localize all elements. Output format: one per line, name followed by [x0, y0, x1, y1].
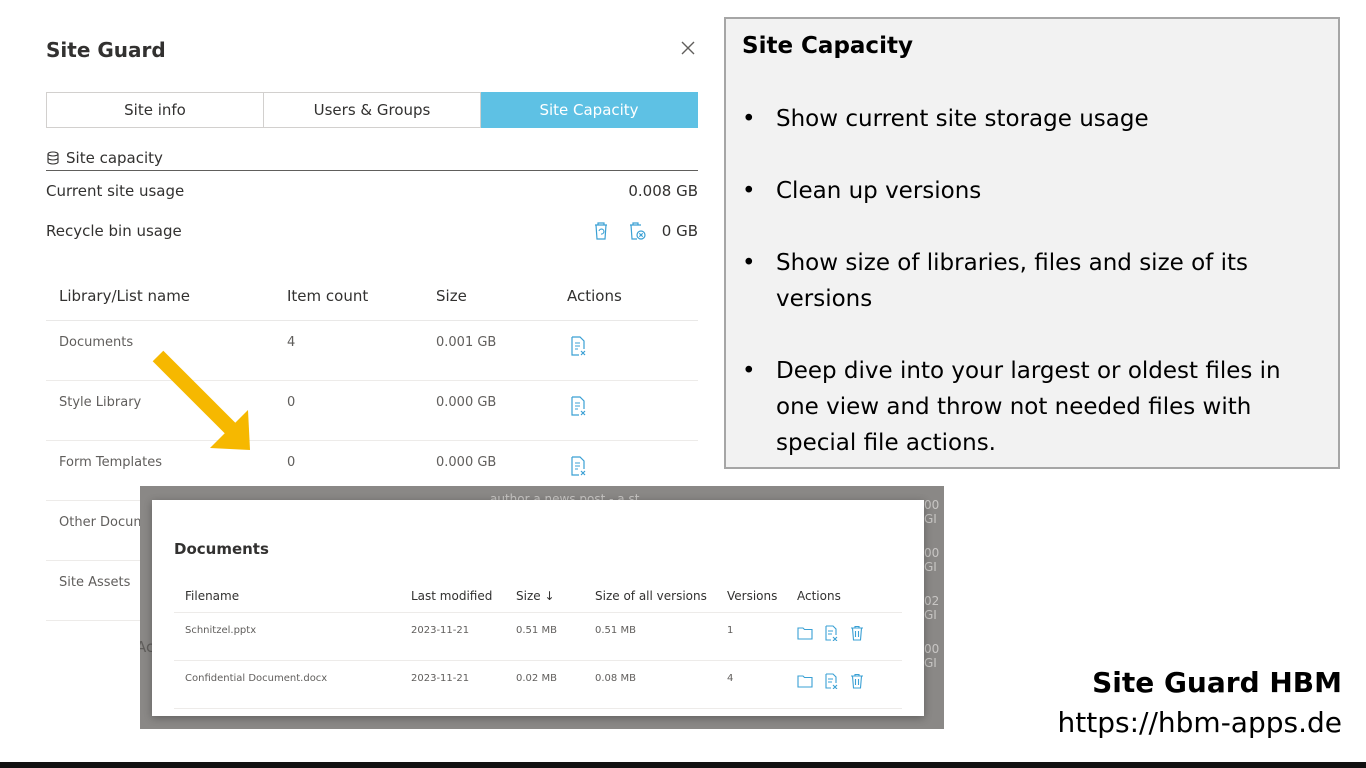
version-count: 4 — [727, 673, 734, 684]
background-text: 00 GI — [924, 498, 940, 526]
info-box: Site Capacity • Show current site storage… — [724, 17, 1340, 469]
tab-bar: Site info Users & Groups Site Capacity — [46, 92, 698, 128]
recycle-empty-icon — [629, 222, 646, 240]
section-header: Site capacity — [46, 146, 698, 171]
tab-site-capacity[interactable]: Site Capacity — [481, 92, 698, 128]
col-modified-header[interactable]: Last modified — [411, 589, 516, 603]
bullet-text: Clean up versions — [776, 178, 982, 204]
item-count: 4 — [287, 335, 296, 350]
bullet-item: • Show size of libraries, files and size … — [742, 245, 1322, 317]
background-text: 00 GI — [924, 642, 940, 670]
filename: Schnitzel.pptx — [185, 625, 257, 636]
last-modified: 2023-11-21 — [411, 673, 470, 684]
tab-users-groups[interactable]: Users & Groups — [264, 92, 481, 128]
folder-icon[interactable] — [797, 673, 813, 689]
current-usage-row: Current site usage 0.008 GB — [46, 182, 698, 200]
col-size-header[interactable]: Size ↓ — [516, 589, 595, 603]
documents-table-header: Filename Last modified Size ↓ Size of al… — [174, 580, 902, 613]
col-actions-header: Actions — [567, 287, 622, 305]
col-count-header[interactable]: Item count — [287, 287, 436, 305]
library-size: 0.000 GB — [436, 455, 497, 470]
col-size-header[interactable]: Size — [436, 287, 567, 305]
background-text: 00 GI — [924, 546, 940, 574]
filename: Confidential Document.docx — [185, 673, 328, 684]
cleanup-versions-button[interactable] — [567, 335, 589, 357]
restore-recycle-button[interactable] — [590, 220, 612, 242]
all-versions-size: 0.51 MB — [595, 625, 636, 636]
recycle-restore-icon — [594, 222, 607, 240]
bullet-text: Show current site storage usage — [776, 106, 1149, 132]
recycle-usage-row: Recycle bin usage 0 GB — [46, 220, 698, 242]
cleanup-versions-button[interactable] — [567, 395, 589, 417]
col-all-versions-header[interactable]: Size of all versions — [595, 589, 727, 603]
cleanup-versions-button[interactable] — [567, 455, 589, 477]
documents-screenshot: author a news post - a st Ac 00 GI 00 GI… — [140, 486, 944, 729]
brand-name: Site Guard HBM — [1092, 666, 1342, 699]
database-icon — [47, 151, 59, 165]
empty-recycle-button[interactable] — [626, 220, 648, 242]
file-cleanup-icon — [571, 336, 586, 356]
tab-site-info[interactable]: Site info — [46, 92, 264, 128]
library-table-header: Library/List name Item count Size Action… — [46, 272, 698, 321]
close-button[interactable] — [680, 40, 702, 62]
bullet-item: • Show current site storage usage — [742, 101, 1322, 137]
trash-icon[interactable] — [849, 673, 865, 689]
file-cleanup-icon[interactable] — [823, 673, 839, 689]
version-count: 1 — [727, 625, 734, 636]
current-usage-label: Current site usage — [46, 182, 185, 200]
col-versions-header[interactable]: Versions — [727, 589, 797, 603]
item-count: 0 — [287, 455, 296, 470]
bullet-item: • Clean up versions — [742, 173, 1322, 209]
yellow-arrow-icon — [152, 350, 250, 450]
file-size: 0.51 MB — [516, 625, 557, 636]
all-versions-size: 0.08 MB — [595, 673, 636, 684]
brand-url[interactable]: https://hbm-apps.de — [1058, 706, 1342, 739]
table-row[interactable]: Confidential Document.docx 2023-11-21 0.… — [174, 661, 902, 709]
col-filename-header[interactable]: Filename — [174, 589, 411, 603]
documents-dialog: Documents Filename Last modified Size ↓ … — [152, 500, 924, 716]
file-cleanup-icon[interactable] — [823, 625, 839, 641]
info-title: Site Capacity — [742, 33, 913, 59]
panel-title: Site Guard — [46, 38, 166, 62]
bullet-text: Deep dive into your largest or oldest fi… — [776, 358, 1281, 456]
current-usage-value: 0.008 GB — [628, 182, 698, 200]
close-icon — [681, 41, 695, 55]
folder-icon[interactable] — [797, 625, 813, 641]
file-cleanup-icon — [571, 456, 586, 476]
table-row[interactable]: Schnitzel.pptx 2023-11-21 0.51 MB 0.51 M… — [174, 613, 902, 661]
item-count: 0 — [287, 395, 296, 410]
trash-icon[interactable] — [849, 625, 865, 641]
documents-title: Documents — [174, 540, 269, 558]
col-name-header[interactable]: Library/List name — [46, 287, 287, 305]
col-actions-header: Actions — [797, 589, 841, 603]
bottom-bar — [0, 762, 1366, 768]
background-text: 02 GI — [924, 594, 940, 622]
file-size: 0.02 MB — [516, 673, 557, 684]
recycle-usage-label: Recycle bin usage — [46, 222, 182, 240]
section-label: Site capacity — [66, 149, 163, 167]
last-modified: 2023-11-21 — [411, 625, 470, 636]
bullet-text: Show size of libraries, files and size o… — [776, 250, 1248, 312]
library-size: 0.001 GB — [436, 335, 497, 350]
recycle-usage-value: 0 GB — [661, 222, 698, 240]
library-size: 0.000 GB — [436, 395, 497, 410]
file-cleanup-icon — [571, 396, 586, 416]
bullet-item: • Deep dive into your largest or oldest f… — [742, 353, 1322, 461]
documents-table: Filename Last modified Size ↓ Size of al… — [174, 580, 902, 709]
